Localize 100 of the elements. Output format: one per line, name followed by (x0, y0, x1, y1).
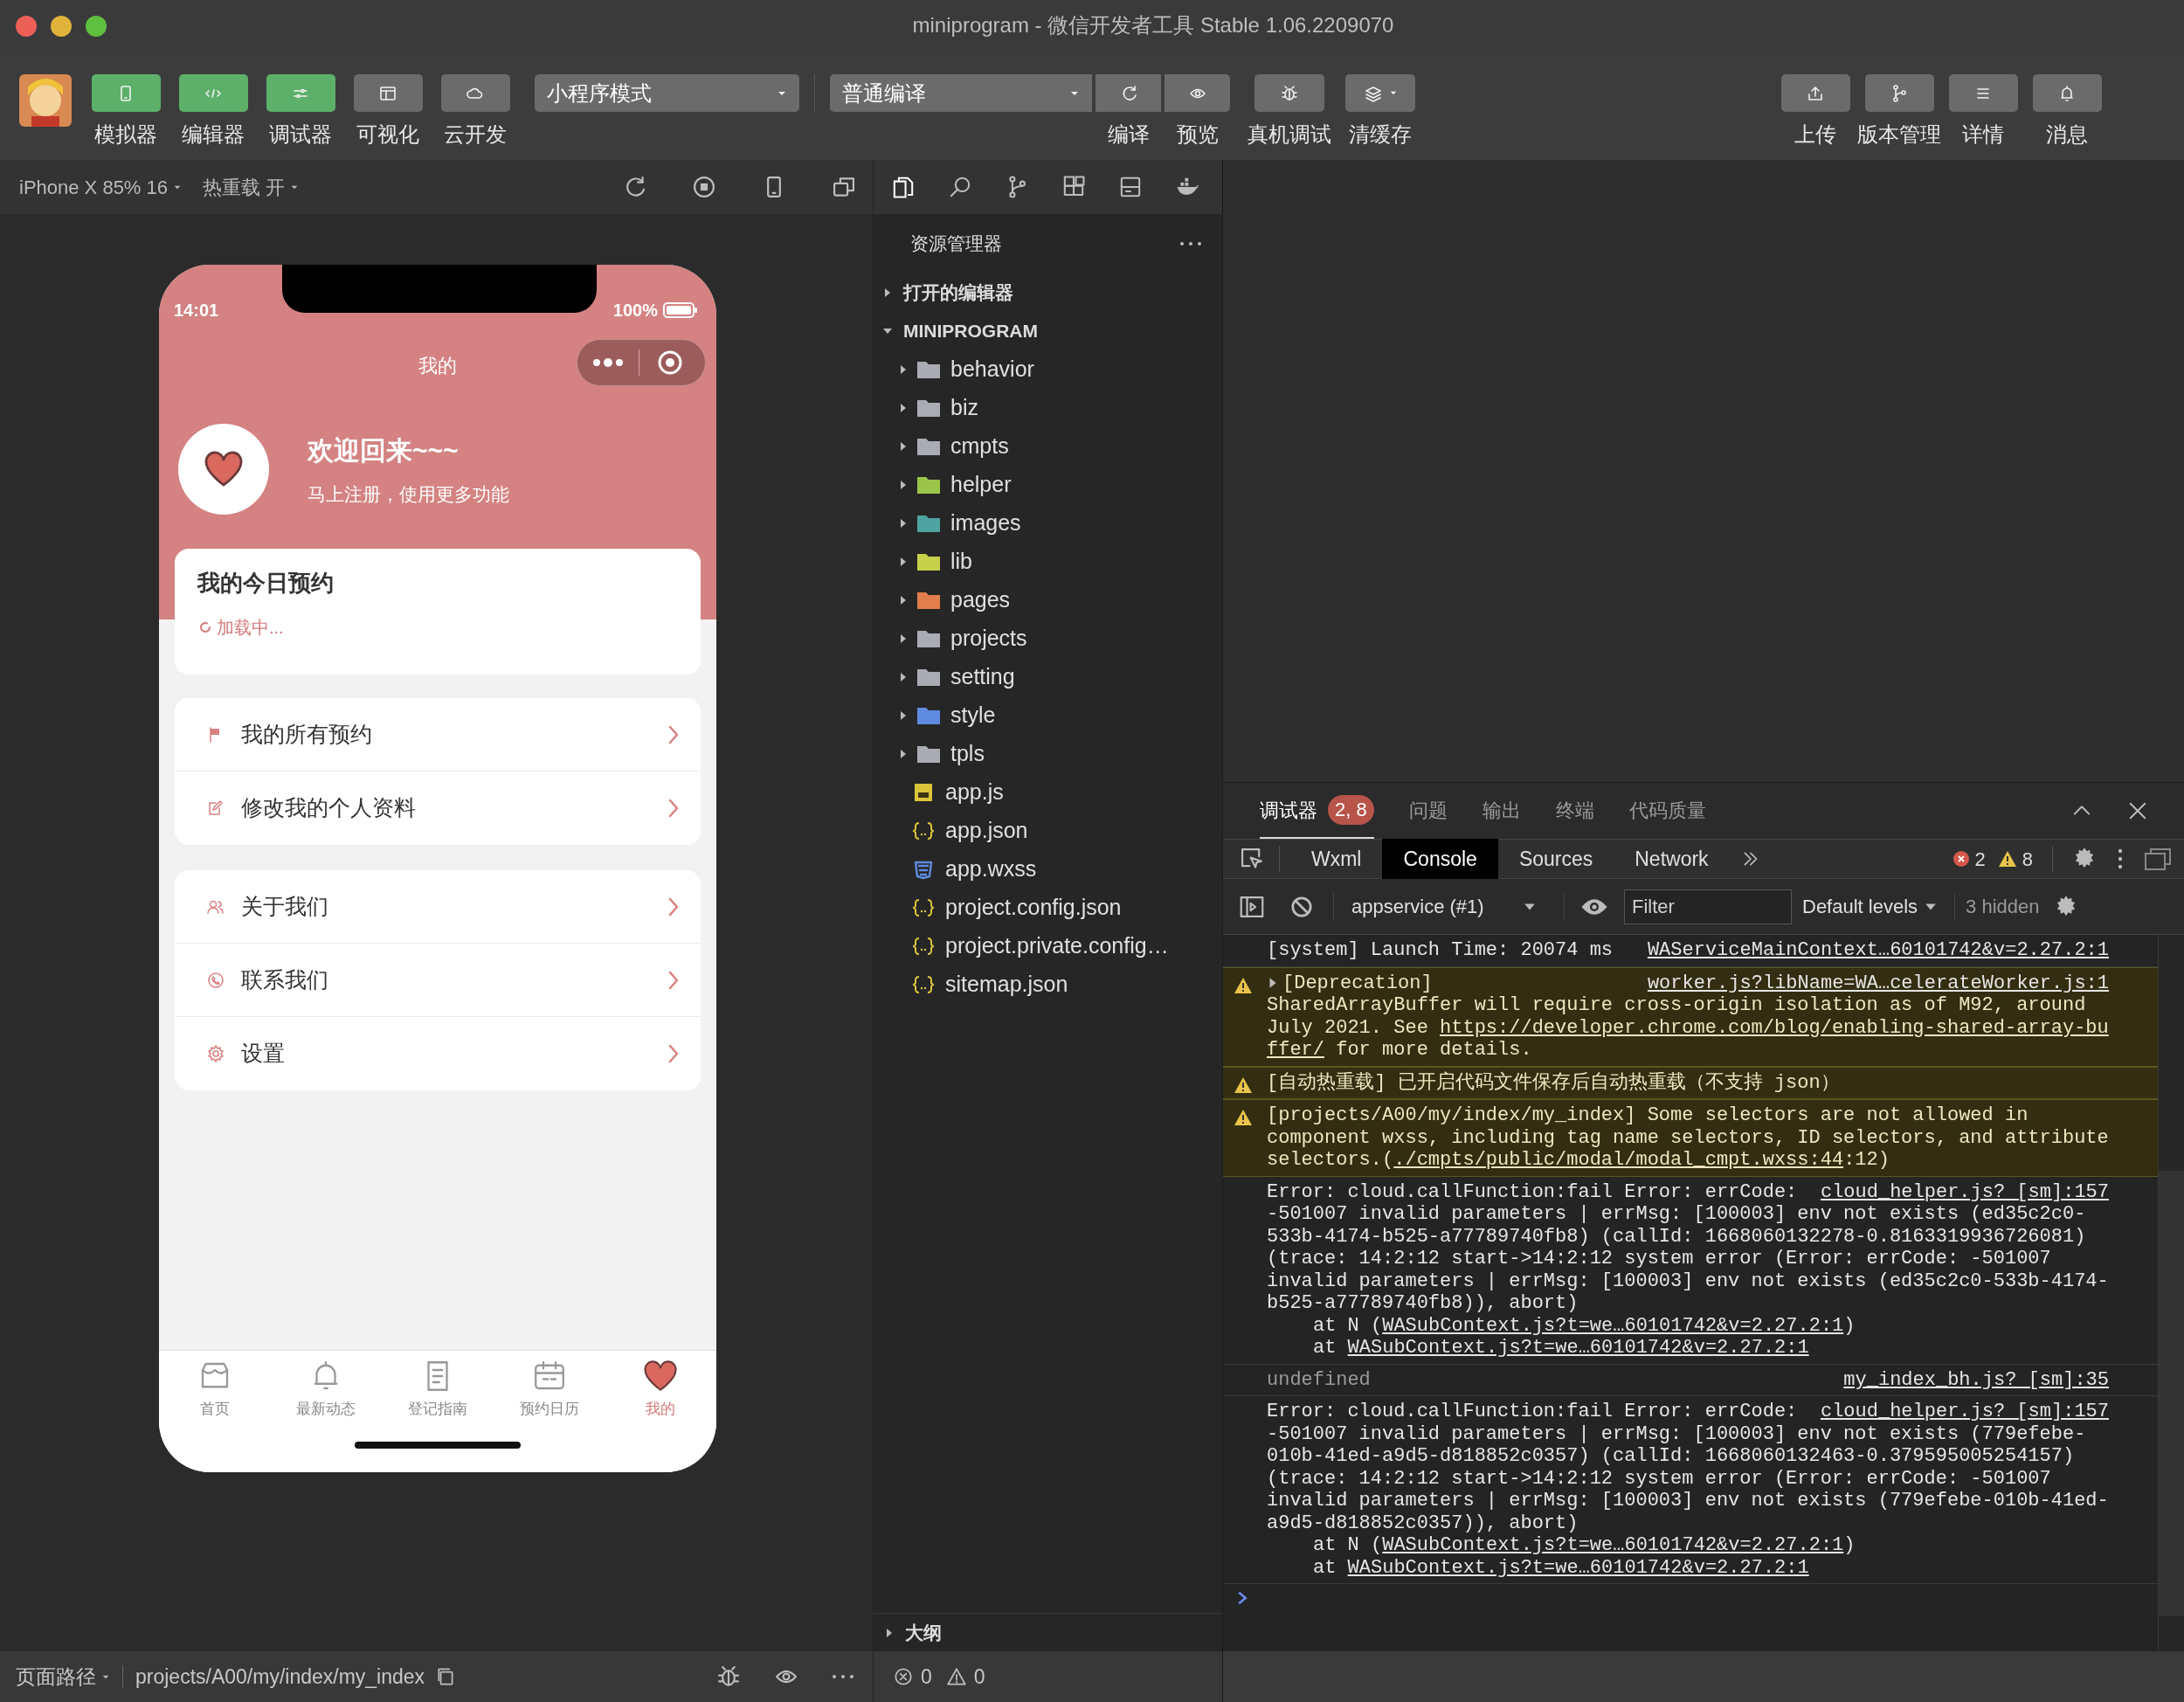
error-count: 0 (921, 1664, 932, 1690)
panel-tab[interactable]: 代码质量 (1628, 783, 1706, 839)
devtools-tab[interactable]: Wxml (1290, 839, 1383, 879)
files-icon[interactable] (891, 175, 916, 199)
mode-dropdown[interactable]: 小程序模式 (535, 74, 799, 112)
compile-dropdown[interactable]: 普通编译 (830, 74, 1092, 112)
menu-item[interactable]: 设置 (175, 1017, 701, 1090)
more-icon[interactable] (831, 1672, 855, 1681)
context-selector[interactable]: appservice (#1) (1333, 892, 1543, 921)
toolbar-button[interactable] (1948, 74, 2018, 112)
toolbar-button[interactable] (2032, 74, 2102, 112)
console-link[interactable]: WASubContext.js?t=we…60101742&v=2.27.2:1 (1347, 1556, 1809, 1579)
file-tree-item[interactable]: style (874, 696, 1222, 735)
bug-icon (1279, 83, 1300, 103)
tab-item[interactable]: 预约日历 (493, 1358, 605, 1421)
file-tree-item[interactable]: tpls (874, 735, 1222, 773)
tab-item[interactable]: 最新动态 (270, 1358, 383, 1421)
avatar-icon[interactable] (19, 74, 72, 127)
warning-icon[interactable] (945, 1666, 967, 1687)
menu-item[interactable]: 关于我们 (175, 870, 701, 944)
file-tree-item[interactable]: project.config.json (874, 889, 1222, 927)
tab-item[interactable]: 登记指南 (382, 1358, 494, 1421)
toolbar-button[interactable] (1345, 74, 1415, 112)
menu-label: 修改我的个人资料 (241, 794, 416, 822)
source-link[interactable]: my_index_bh.js? [sm]:35 (1843, 1368, 2109, 1391)
close-button[interactable] (16, 16, 37, 37)
console-link[interactable]: ./cmpts/public/modal/modal_cmpt.wxss:44 (1393, 1149, 1844, 1172)
file-tree-item[interactable]: behavior (874, 350, 1222, 389)
panel-tab[interactable]: 问题 (1408, 783, 1448, 839)
stop-icon[interactable] (691, 174, 717, 200)
hot-reload-toggle[interactable]: 热重载 开 (203, 172, 300, 202)
console-link[interactable]: WASubContext.js?t=we…60101742&v=2.27.2:1 (1382, 1534, 1844, 1557)
devtools-tab[interactable]: Sources (1497, 839, 1614, 879)
levels-dropdown[interactable]: Default levels (1802, 892, 1938, 921)
source-link[interactable]: worker.js?libName=WA…celerateWorker.js:1 (1647, 972, 2109, 994)
error-icon[interactable] (893, 1666, 914, 1687)
console-link[interactable]: WASubContext.js?t=we…60101742&v=2.27.2:1 (1382, 1314, 1844, 1337)
search-icon[interactable] (948, 175, 972, 199)
console-link[interactable]: https://developer.chrome.com/blog/enabling-shared-array-bu (1440, 1016, 2109, 1039)
panel-tab[interactable]: 终端 (1555, 783, 1594, 839)
toolbar-button[interactable] (1864, 74, 1934, 112)
battery-icon (663, 301, 698, 319)
file-tree-item[interactable]: projects (874, 619, 1222, 658)
toolbar-button[interactable] (91, 74, 161, 112)
device-selector[interactable]: iPhone X 85% 16 (19, 172, 183, 202)
sidebar-icon[interactable] (1239, 894, 1265, 919)
console-link[interactable]: ffer/ (1267, 1039, 1324, 1062)
panel-title: 资源管理器 (910, 232, 1002, 256)
warning-count: 0 (973, 1664, 985, 1690)
file-tree-item[interactable]: cmpts (874, 427, 1222, 466)
toolbar-button[interactable] (1254, 74, 1324, 112)
scrollbar-thumb[interactable] (2159, 1171, 2184, 1616)
section-header[interactable]: MINIPROGRAM (874, 312, 1222, 350)
save-icon[interactable] (1118, 175, 1143, 199)
devtools-tab[interactable]: Network (1614, 839, 1730, 879)
compile-button[interactable] (1095, 74, 1161, 112)
menu-item[interactable]: 联系我们 (175, 944, 701, 1017)
console-text: selectors.( (1267, 1149, 1394, 1172)
menu-item[interactable]: 我的所有预约 (175, 698, 701, 771)
file-tree-item[interactable]: setting (874, 658, 1222, 696)
file-tree-item[interactable]: app.json (874, 812, 1222, 850)
file-tree-item[interactable]: app.wxss (874, 850, 1222, 889)
toolbar-label: 上传 (1794, 121, 1836, 148)
zoom-button[interactable] (86, 16, 107, 37)
panel-tab[interactable]: 输出 (1482, 783, 1521, 839)
clear-icon[interactable] (1289, 894, 1314, 919)
console-text: [system] Launch Time: 20074 ms (1267, 939, 1614, 962)
toolbar-button[interactable] (440, 74, 510, 112)
filter-field[interactable]: Filter (1624, 889, 1792, 924)
file-tree-item[interactable]: sitemap.json (874, 965, 1222, 1004)
console-text: at N ( (1313, 1314, 1383, 1337)
file-tree-item[interactable]: images (874, 504, 1222, 543)
menu-item[interactable]: 修改我的个人资料 (175, 771, 701, 845)
console-link[interactable]: WASubContext.js?t=we…60101742&v=2.27.2:1 (1347, 1337, 1809, 1360)
tab-item[interactable]: 首页 (159, 1358, 271, 1421)
toolbar-button[interactable] (353, 74, 423, 112)
console-text: at N ( (1313, 1534, 1383, 1557)
file-tree-item[interactable]: biz (874, 389, 1222, 427)
file-tree-item[interactable]: project.private.config… (874, 927, 1222, 965)
file-tree-item[interactable]: pages (874, 581, 1222, 619)
console-text: [projects/A00/my/index/my_index] Some selectors are not allowed in (1267, 1104, 2028, 1127)
file-tree-item[interactable]: helper (874, 466, 1222, 504)
dock-icon[interactable] (2144, 847, 2172, 871)
more-icon[interactable] (1178, 239, 1203, 248)
toolbar-button[interactable] (1780, 74, 1850, 112)
minimize-button[interactable] (51, 16, 72, 37)
source-link[interactable]: cloud_helper.js? [sm]:157 (1820, 1180, 2109, 1203)
file-tree-item[interactable]: lib (874, 543, 1222, 581)
section-header[interactable]: 打开的编辑器 (874, 273, 1222, 312)
source-link[interactable]: cloud_helper.js? [sm]:157 (1820, 1401, 2109, 1423)
page-path-selector[interactable]: 页面路径 (16, 1661, 110, 1692)
edit-icon (206, 799, 225, 818)
source-link[interactable]: WAServiceMainContext…60101742&v=2.27.2:1 (1647, 939, 2109, 962)
compile-button[interactable] (1165, 74, 1230, 112)
file-tree-item[interactable]: app.js (874, 773, 1222, 812)
battery-level: 100% (612, 300, 658, 322)
console-text: -501007 invalid parameters | errMsg: [100003] env not exists (ed35c2c0- (1267, 1203, 2086, 1226)
console-text: :12) (1843, 1149, 1890, 1172)
more-icon[interactable] (2116, 848, 2125, 870)
devtools-tab[interactable]: Console (1382, 839, 1498, 879)
